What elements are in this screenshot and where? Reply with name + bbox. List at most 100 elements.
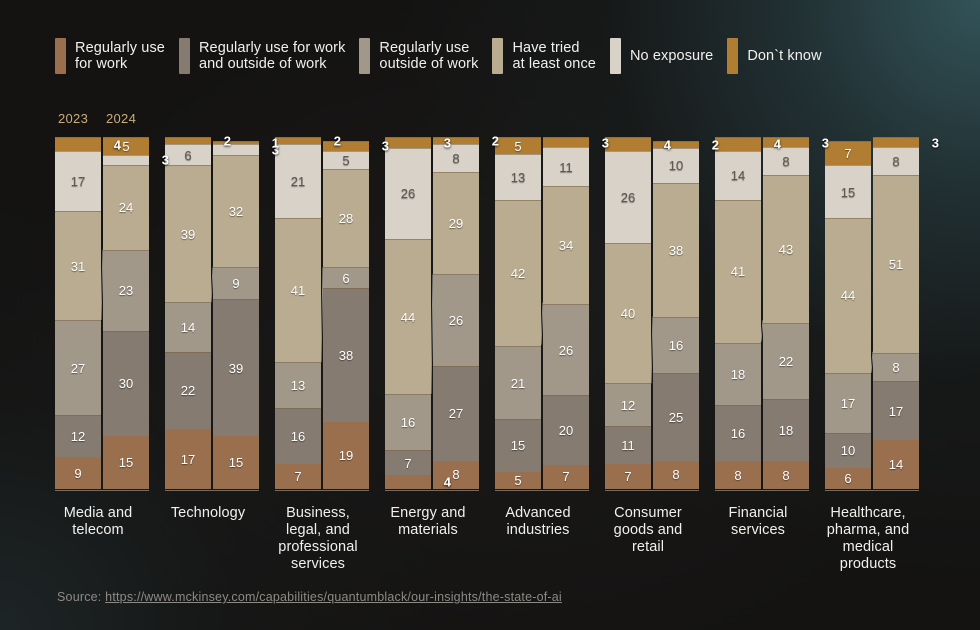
bar-segment-none[interactable]: 8 <box>763 147 809 175</box>
bar-segment-none[interactable]: 13 <box>495 154 541 200</box>
bar-segment-dontknow[interactable]: 7 <box>825 140 871 166</box>
bar-segment-work_outside[interactable]: 38 <box>323 288 369 423</box>
bar-segment-work[interactable]: 7 <box>605 464 651 489</box>
stacked-bar-2023[interactable]: 4 7 16 44 26 3 <box>385 135 451 489</box>
bar-segment-none[interactable]: 3 <box>103 153 169 168</box>
bar-segment-tried[interactable]: 42 <box>495 199 541 347</box>
bar-segment-none[interactable]: 5 <box>323 151 369 169</box>
stacked-bar-2023[interactable]: 9 12 27 31 17 4 <box>55 137 121 489</box>
bar-segment-dontknow[interactable]: 3 <box>763 135 829 150</box>
bar-segment-work[interactable]: 17 <box>165 429 211 489</box>
bar-segment-outside[interactable]: 16 <box>385 393 431 451</box>
bar-segment-work[interactable]: 8 <box>715 461 761 489</box>
bar-segment-outside[interactable]: 16 <box>653 316 699 373</box>
bar-segment-dontknow[interactable]: 5 <box>103 137 149 155</box>
bar-segment-work_outside[interactable]: 20 <box>543 394 589 465</box>
bar-segment-none[interactable]: 15 <box>825 165 871 218</box>
bar-segment-work_outside[interactable]: 30 <box>103 330 149 437</box>
bar-segment-work[interactable]: 9 <box>55 457 101 489</box>
bar-segment-none[interactable]: 26 <box>385 147 431 240</box>
bar-segment-outside[interactable]: 13 <box>275 362 321 409</box>
bar-segment-tried[interactable]: 44 <box>825 218 871 373</box>
bar-segment-outside[interactable]: 27 <box>55 320 101 416</box>
bar-segment-none[interactable]: 26 <box>605 151 651 243</box>
bar-segment-none[interactable]: 21 <box>275 144 321 218</box>
bar-segment-outside[interactable]: 22 <box>763 323 809 400</box>
bar-segment-dontknow[interactable]: 2 <box>653 137 719 152</box>
bar-segment-dontknow[interactable]: 2 <box>433 134 499 149</box>
bar-segment-work_outside[interactable]: 22 <box>165 351 211 430</box>
bar-segment-outside[interactable]: 12 <box>605 383 651 426</box>
bar-segment-work[interactable]: 7 <box>275 464 321 489</box>
bar-segment-tried[interactable]: 34 <box>543 185 589 305</box>
bar-segment-work[interactable]: 8 <box>763 461 809 489</box>
bar-segment-none[interactable]: 11 <box>543 147 589 186</box>
bar-segment-tried[interactable]: 31 <box>55 210 101 321</box>
bar-segment-outside[interactable]: 6 <box>323 267 369 289</box>
bar-segment-tried[interactable]: 44 <box>385 239 431 394</box>
bar-segment-dontknow[interactable]: 3 <box>385 135 451 150</box>
bar-segment-dontknow[interactable]: 5 <box>495 137 541 155</box>
bar-segment-tried[interactable]: 24 <box>103 165 149 250</box>
bar-segment-work_outside[interactable]: 17 <box>873 380 919 441</box>
bar-segment-none[interactable]: 3 <box>213 142 279 157</box>
bar-segment-outside[interactable]: 26 <box>543 304 589 395</box>
bar-segment-tried[interactable]: 51 <box>873 175 919 354</box>
bar-segment-work_outside[interactable]: 18 <box>763 399 809 462</box>
bar-segment-tried[interactable]: 41 <box>275 218 321 363</box>
bar-segment-work_outside[interactable]: 7 <box>385 450 431 475</box>
bar-segment-work[interactable]: 7 <box>543 464 589 489</box>
stacked-bar-2024[interactable]: 8 18 22 43 8 3 <box>763 135 829 489</box>
bar-segment-dontknow[interactable]: 3 <box>323 139 389 154</box>
stacked-bar-2024[interactable]: 15 30 23 24 3 5 <box>103 137 169 489</box>
bar-segment-work[interactable]: 8 <box>653 460 699 489</box>
bar-segment-dontknow[interactable]: 1 <box>213 135 279 150</box>
bar-segment-outside[interactable]: 21 <box>495 346 541 420</box>
stacked-bar-2023[interactable]: 8 16 18 41 14 4 <box>715 137 781 489</box>
bar-segment-work[interactable]: 6 <box>825 467 871 489</box>
stacked-bar-2024[interactable]: 19 38 6 28 5 3 <box>323 137 389 489</box>
stacked-bar-2024[interactable]: 7 20 26 34 11 3 <box>543 135 609 489</box>
stacked-bar-2023[interactable]: 17 22 14 39 6 2 <box>165 134 231 489</box>
bar-segment-outside[interactable]: 18 <box>715 342 761 406</box>
bar-segment-work[interactable]: 15 <box>103 436 149 489</box>
bar-segment-tried[interactable]: 41 <box>715 199 761 343</box>
bar-segment-tried[interactable]: 39 <box>165 165 211 303</box>
source-link[interactable]: https://www.mckinsey.com/capabilities/qu… <box>105 590 562 604</box>
bar-segment-tried[interactable]: 28 <box>323 168 369 268</box>
bar-segment-tried[interactable]: 29 <box>433 172 479 275</box>
bar-segment-work_outside[interactable]: 10 <box>825 432 871 468</box>
bar-segment-work_outside[interactable]: 16 <box>275 408 321 465</box>
bar-segment-work[interactable]: 8 <box>433 460 479 489</box>
bar-segment-tried[interactable]: 38 <box>653 182 699 317</box>
stacked-bar-2024[interactable]: 14 17 8 51 8 3 <box>873 135 939 489</box>
stacked-bar-2023[interactable]: 7 16 13 41 21 2 <box>275 134 341 489</box>
bar-segment-dontknow[interactable]: 4 <box>715 137 781 152</box>
bar-segment-outside[interactable]: 23 <box>103 249 149 331</box>
stacked-bar-2024[interactable]: 15 39 9 32 3 1 <box>213 135 279 489</box>
stacked-bar-2024[interactable]: 8 27 26 29 8 2 <box>433 134 499 489</box>
stacked-bar-2023[interactable]: 5 15 21 42 13 5 <box>495 137 541 489</box>
bar-segment-outside[interactable]: 8 <box>873 353 919 381</box>
bar-segment-work_outside[interactable]: 25 <box>653 372 699 461</box>
bar-segment-work_outside[interactable]: 39 <box>213 298 259 437</box>
bar-segment-dontknow[interactable]: 4 <box>605 137 671 152</box>
bar-segment-outside[interactable]: 17 <box>825 372 871 433</box>
bar-segment-dontknow[interactable]: 2 <box>275 134 341 149</box>
bar-segment-work_outside[interactable]: 27 <box>433 365 479 461</box>
bar-segment-dontknow[interactable]: 2 <box>165 134 231 149</box>
stacked-bar-2023[interactable]: 6 10 17 44 15 7 <box>825 137 871 489</box>
bar-segment-tried[interactable]: 40 <box>605 242 651 384</box>
bar-segment-outside[interactable]: 9 <box>213 267 259 299</box>
bar-segment-tried[interactable]: 43 <box>763 174 809 324</box>
bar-segment-none[interactable]: 10 <box>653 147 699 183</box>
bar-segment-tried[interactable]: 32 <box>213 154 259 268</box>
bar-segment-none[interactable]: 8 <box>433 144 479 173</box>
stacked-bar-2024[interactable]: 8 25 16 38 10 2 <box>653 137 719 489</box>
bar-segment-work_outside[interactable]: 15 <box>495 419 541 472</box>
bar-segment-outside[interactable]: 26 <box>433 274 479 366</box>
bar-segment-work[interactable]: 5 <box>495 471 541 489</box>
bar-segment-none[interactable]: 17 <box>55 151 101 211</box>
bar-segment-work_outside[interactable]: 11 <box>605 425 651 465</box>
stacked-bar-2023[interactable]: 7 11 12 40 26 4 <box>605 137 671 489</box>
